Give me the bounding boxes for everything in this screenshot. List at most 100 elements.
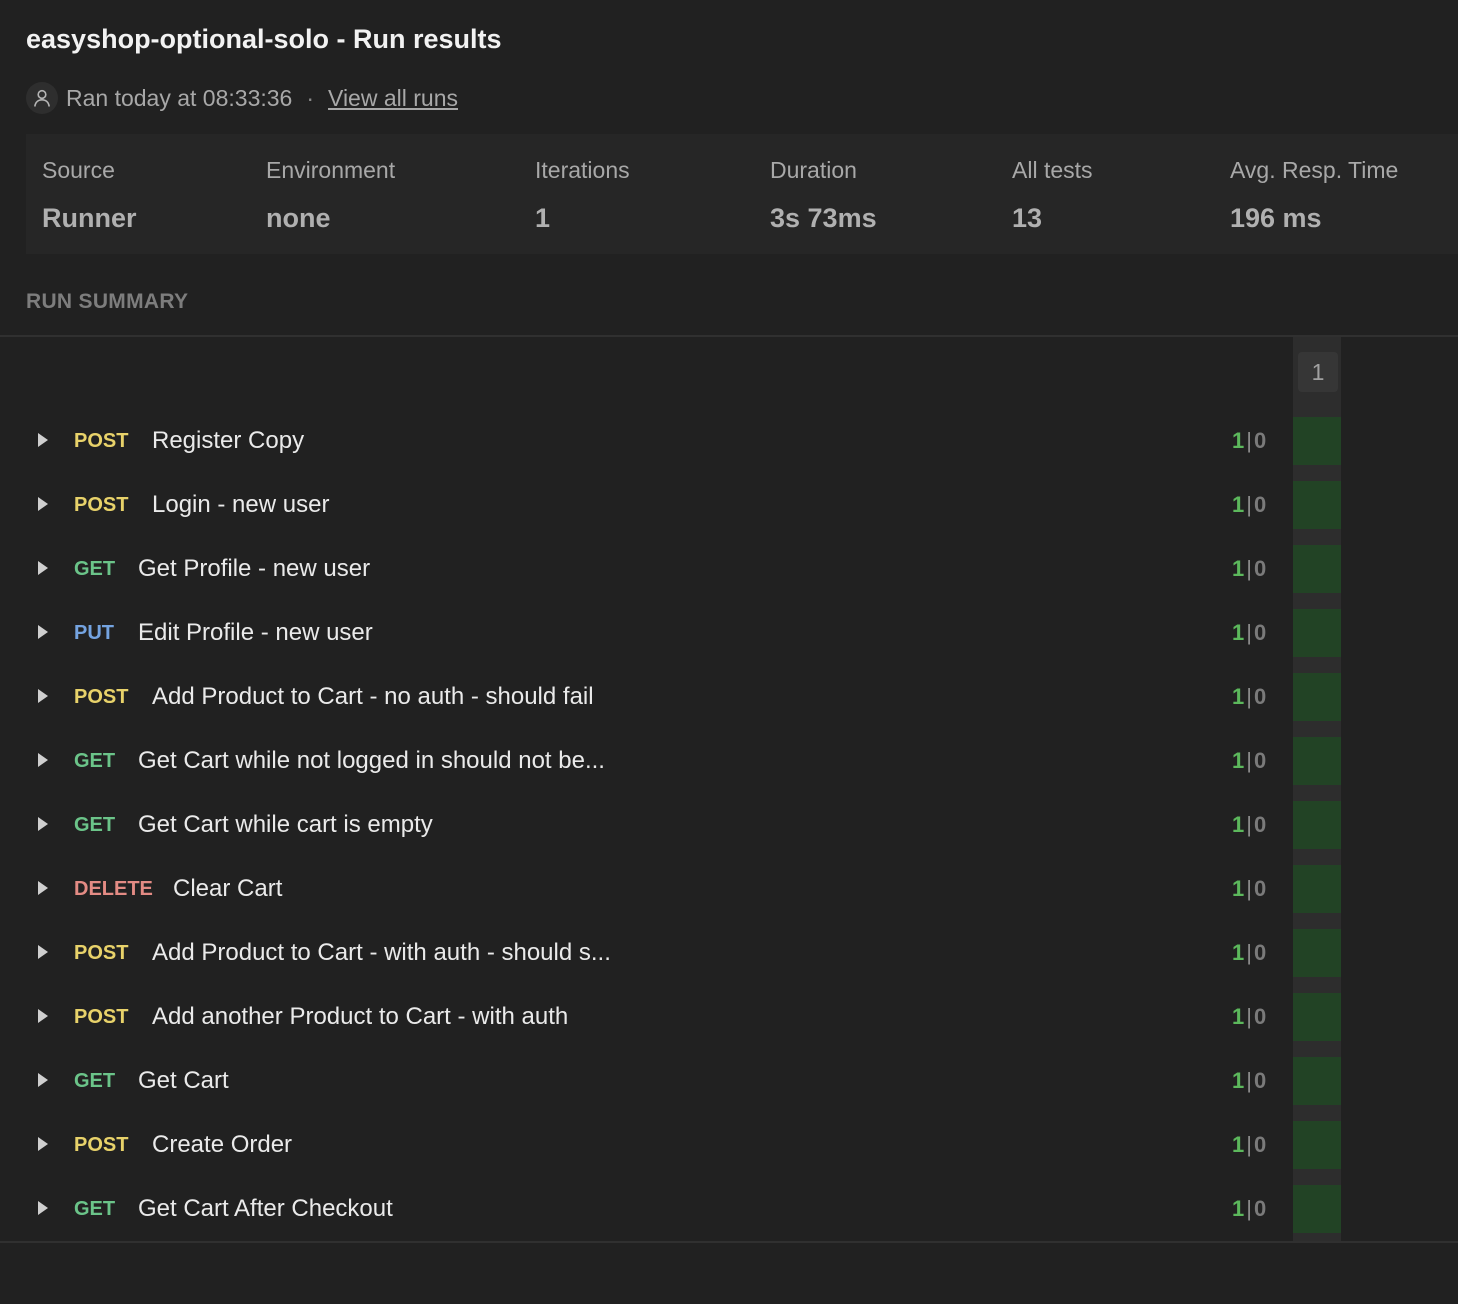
iteration-result-cell[interactable] xyxy=(1293,801,1341,849)
passed-count: 1 xyxy=(1232,492,1245,517)
failed-count: 0 xyxy=(1253,428,1267,453)
request-name[interactable]: Create Order xyxy=(152,1129,292,1161)
request-row[interactable]: POST Register Copy 1|0 xyxy=(0,409,1458,473)
failed-count: 0 xyxy=(1253,876,1267,901)
passed-count: 1 xyxy=(1232,940,1245,965)
iteration-result-cell[interactable] xyxy=(1293,673,1341,721)
request-name[interactable]: Edit Profile - new user xyxy=(138,617,373,649)
stat-value: 3s 73ms xyxy=(770,203,877,233)
iteration-result-cell[interactable] xyxy=(1293,1185,1341,1233)
run-meta: Ran today at 08:33:36 · View all runs xyxy=(26,80,458,116)
expand-caret-icon[interactable] xyxy=(38,1009,48,1023)
iteration-result-cell[interactable] xyxy=(1293,737,1341,785)
count-divider: | xyxy=(1246,1068,1252,1093)
expand-caret-icon[interactable] xyxy=(38,561,48,575)
request-name[interactable]: Register Copy xyxy=(152,425,304,457)
count-divider: | xyxy=(1246,940,1252,965)
count-divider: | xyxy=(1246,1132,1252,1157)
request-name[interactable]: Get Profile - new user xyxy=(138,553,370,585)
failed-count: 0 xyxy=(1253,1068,1267,1093)
test-counts: 1|0 xyxy=(1232,1001,1266,1033)
iteration-result-cell[interactable] xyxy=(1293,481,1341,529)
request-row[interactable]: POST Login - new user 1|0 xyxy=(0,473,1458,537)
request-row[interactable]: POST Add Product to Cart - with auth - sh… xyxy=(0,921,1458,985)
expand-caret-icon[interactable] xyxy=(38,625,48,639)
request-name[interactable]: Clear Cart xyxy=(173,873,282,905)
request-row[interactable]: GET Get Cart while not logged in should n… xyxy=(0,729,1458,793)
stat-label: Source xyxy=(42,157,115,183)
iteration-result-cell[interactable] xyxy=(1293,929,1341,977)
request-row[interactable]: POST Create Order 1|0 xyxy=(0,1113,1458,1177)
stat-iterations: Iterations 1 xyxy=(535,154,630,234)
expand-caret-icon[interactable] xyxy=(38,689,48,703)
http-method-label: POST xyxy=(74,494,129,516)
request-name[interactable]: Login - new user xyxy=(152,489,329,521)
request-row[interactable]: PUT Edit Profile - new user 1|0 xyxy=(0,601,1458,665)
failed-count: 0 xyxy=(1253,492,1267,517)
request-name[interactable]: Get Cart After Checkout xyxy=(138,1193,393,1225)
failed-count: 0 xyxy=(1253,812,1267,837)
divider xyxy=(0,335,1458,337)
page-title: easyshop-optional-solo - Run results xyxy=(26,24,502,54)
count-divider: | xyxy=(1246,556,1252,581)
stat-value: Runner xyxy=(42,203,137,233)
test-counts: 1|0 xyxy=(1232,1065,1266,1097)
request-name[interactable]: Get Cart xyxy=(138,1065,229,1097)
passed-count: 1 xyxy=(1232,812,1245,837)
request-name[interactable]: Add Product to Cart - no auth - should f… xyxy=(152,681,594,713)
count-divider: | xyxy=(1246,428,1252,453)
meta-separator: · xyxy=(306,84,315,111)
expand-caret-icon[interactable] xyxy=(38,817,48,831)
passed-count: 1 xyxy=(1232,428,1245,453)
expand-caret-icon[interactable] xyxy=(38,433,48,447)
request-row[interactable]: POST Add another Product to Cart - with a… xyxy=(0,985,1458,1049)
ran-timestamp: Ran today at 08:33:36 xyxy=(66,84,293,111)
iteration-result-cell[interactable] xyxy=(1293,417,1341,465)
http-method-label: GET xyxy=(74,750,116,772)
request-name[interactable]: Add Product to Cart - with auth - should… xyxy=(152,937,611,969)
count-divider: | xyxy=(1246,748,1252,773)
request-name[interactable]: Get Cart while cart is empty xyxy=(138,809,433,841)
iteration-result-cell[interactable] xyxy=(1293,1057,1341,1105)
request-row[interactable]: GET Get Cart 1|0 xyxy=(0,1049,1458,1113)
view-all-runs-link[interactable]: View all runs xyxy=(328,85,458,112)
request-row[interactable]: GET Get Cart After Checkout 1|0 xyxy=(0,1177,1458,1241)
test-counts: 1|0 xyxy=(1232,937,1266,969)
request-name[interactable]: Get Cart while not logged in should not … xyxy=(138,745,605,777)
failed-count: 0 xyxy=(1253,940,1267,965)
iteration-result-cell[interactable] xyxy=(1293,545,1341,593)
stat-source: Source Runner xyxy=(42,154,137,234)
stat-label: Duration xyxy=(770,157,857,183)
passed-count: 1 xyxy=(1232,1132,1245,1157)
expand-caret-icon[interactable] xyxy=(38,1137,48,1151)
request-name[interactable]: Add another Product to Cart - with auth xyxy=(152,1001,568,1033)
request-row[interactable]: GET Get Cart while cart is empty 1|0 xyxy=(0,793,1458,857)
iteration-result-cell[interactable] xyxy=(1293,865,1341,913)
iteration-result-cell[interactable] xyxy=(1293,1121,1341,1169)
expand-caret-icon[interactable] xyxy=(38,1073,48,1087)
request-row[interactable]: DELETE Clear Cart 1|0 xyxy=(0,857,1458,921)
request-row[interactable]: POST Add Product to Cart - no auth - shou… xyxy=(0,665,1458,729)
stat-value: 196 ms xyxy=(1230,203,1322,233)
iteration-result-cell[interactable] xyxy=(1293,993,1341,1041)
failed-count: 0 xyxy=(1253,1196,1267,1221)
stat-all-tests: All tests 13 xyxy=(1012,154,1093,234)
stat-value: none xyxy=(266,203,331,233)
expand-caret-icon[interactable] xyxy=(38,1201,48,1215)
test-counts: 1|0 xyxy=(1232,425,1266,457)
http-method-label: GET xyxy=(74,1198,116,1220)
passed-count: 1 xyxy=(1232,556,1245,581)
expand-caret-icon[interactable] xyxy=(38,881,48,895)
count-divider: | xyxy=(1246,620,1252,645)
expand-caret-icon[interactable] xyxy=(38,497,48,511)
passed-count: 1 xyxy=(1232,684,1245,709)
expand-caret-icon[interactable] xyxy=(38,753,48,767)
count-divider: | xyxy=(1246,876,1252,901)
test-counts: 1|0 xyxy=(1232,681,1266,713)
user-icon xyxy=(34,89,50,107)
iteration-result-cell[interactable] xyxy=(1293,609,1341,657)
iteration-header[interactable]: 1 xyxy=(1298,352,1338,392)
request-row[interactable]: GET Get Profile - new user 1|0 xyxy=(0,537,1458,601)
expand-caret-icon[interactable] xyxy=(38,945,48,959)
stat-value: 13 xyxy=(1012,203,1043,233)
